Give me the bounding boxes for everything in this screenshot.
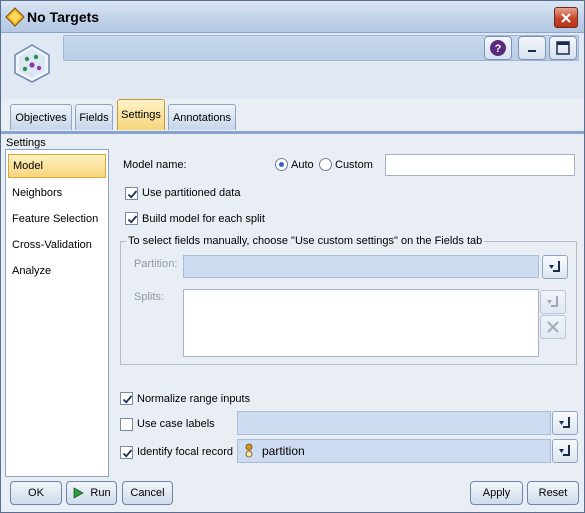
focal-record-field[interactable]: partition: [237, 439, 551, 463]
focal-record-checkbox[interactable]: [120, 446, 133, 459]
maximize-icon: [556, 41, 570, 55]
partition-field[interactable]: [183, 255, 539, 278]
close-button[interactable]: [554, 7, 578, 28]
tab-fields[interactable]: Fields: [75, 104, 113, 130]
maximize-button[interactable]: [549, 36, 577, 60]
nav-item-neighbors[interactable]: Neighbors: [8, 181, 106, 205]
model-name-custom-radio[interactable]: [319, 158, 332, 171]
node-header: ?: [1, 33, 584, 99]
partition-select-button[interactable]: [542, 255, 568, 279]
settings-heading: Settings: [6, 137, 46, 149]
help-icon: ?: [490, 40, 506, 56]
apply-button[interactable]: Apply: [470, 481, 523, 505]
build-model-split-label: Build model for each split: [142, 213, 265, 225]
field-picker-icon: [559, 445, 570, 456]
model-name-auto-radio[interactable]: [275, 158, 288, 171]
diamond-app-icon: [5, 7, 25, 27]
auto-label: Auto: [291, 159, 314, 171]
checkmark-icon: [127, 215, 138, 224]
tab-objectives[interactable]: Objectives: [10, 104, 72, 130]
minimize-icon: [528, 50, 536, 52]
custom-label: Custom: [335, 159, 373, 171]
tab-annotations[interactable]: Annotations: [168, 104, 236, 130]
field-picker-icon: [549, 261, 560, 272]
nav-item-analyze[interactable]: Analyze: [8, 259, 106, 283]
case-labels-field[interactable]: [237, 411, 551, 435]
help-button[interactable]: ?: [484, 36, 512, 60]
tab-underline: [1, 131, 584, 134]
nav-item-label: Model: [13, 160, 43, 172]
field-picker-icon: [547, 296, 558, 307]
nav-item-label: Neighbors: [12, 187, 63, 199]
cancel-button[interactable]: Cancel: [122, 481, 173, 505]
tab-settings[interactable]: Settings: [117, 99, 165, 130]
case-labels-label: Use case labels: [137, 418, 215, 430]
flag-field-icon: [245, 443, 253, 458]
ok-button[interactable]: OK: [10, 481, 62, 505]
use-partitioned-checkbox[interactable]: [125, 187, 138, 200]
normalize-checkbox[interactable]: [120, 392, 133, 405]
reset-button[interactable]: Reset: [527, 481, 579, 505]
knn-node-icon: [14, 44, 50, 83]
splits-list[interactable]: [183, 289, 539, 357]
close-icon: [561, 12, 571, 23]
settings-nav: Model Neighbors Feature Selection Cross-…: [5, 149, 109, 477]
model-name-input[interactable]: [385, 154, 575, 176]
model-name-label: Model name:: [123, 159, 187, 171]
normalize-label: Normalize range inputs: [137, 393, 251, 405]
case-labels-checkbox[interactable]: [120, 418, 133, 431]
nav-item-cross-validation[interactable]: Cross-Validation: [8, 233, 106, 257]
window-title: No Targets: [27, 9, 100, 25]
build-model-split-checkbox[interactable]: [125, 212, 138, 225]
nav-item-label: Cross-Validation: [12, 239, 92, 251]
checkmark-icon: [122, 395, 133, 404]
partition-label: Partition:: [134, 258, 178, 270]
checkmark-icon: [122, 449, 133, 458]
minimize-button[interactable]: [518, 36, 546, 60]
splits-select-button[interactable]: [540, 290, 566, 314]
run-play-icon: [74, 487, 85, 499]
splits-remove-button[interactable]: [540, 315, 566, 339]
splits-label: Splits:: [134, 291, 164, 303]
use-partitioned-label: Use partitioned data: [142, 187, 241, 199]
nav-item-label: Analyze: [12, 265, 52, 277]
focal-record-select-button[interactable]: [552, 439, 578, 463]
delete-x-icon: [547, 321, 559, 333]
run-button[interactable]: Run: [66, 481, 117, 505]
field-picker-icon: [559, 417, 570, 428]
nav-item-model[interactable]: Model: [8, 154, 106, 178]
nav-item-feature-selection[interactable]: Feature Selection: [8, 207, 106, 231]
svg-text:?: ?: [495, 43, 502, 55]
nav-item-label: Feature Selection: [12, 213, 99, 225]
tab-strip: Objectives Fields Settings Annotations: [1, 99, 584, 133]
focal-record-value: partition: [262, 444, 305, 458]
case-labels-select-button[interactable]: [552, 411, 578, 435]
title-bar: No Targets: [1, 1, 584, 33]
field-selection-group-title: To select fields manually, choose "Use c…: [126, 235, 485, 247]
focal-record-label: Identify focal record: [137, 446, 233, 458]
checkmark-icon: [127, 190, 138, 199]
run-label: Run: [90, 487, 111, 499]
dialog-window: No Targets ? Objectives Fields Settings …: [0, 0, 585, 513]
